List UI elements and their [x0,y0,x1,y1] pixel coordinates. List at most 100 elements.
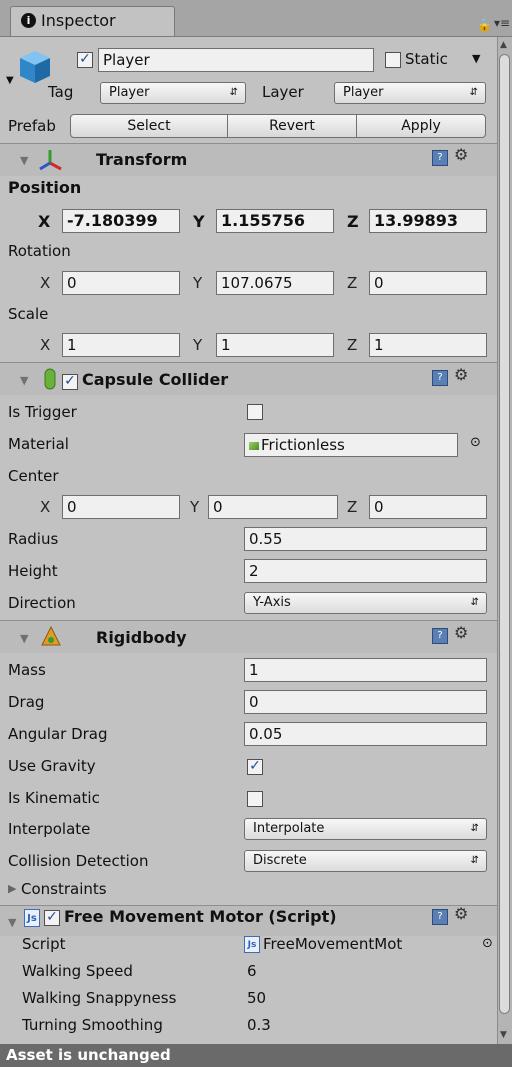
rotation-x-input[interactable]: 0 [62,271,180,295]
vertical-scrollbar[interactable]: ▲ ▼ [497,37,512,1044]
position-y-input[interactable]: 1.155756 [216,209,334,233]
center-y-input[interactable]: 0 [208,495,338,519]
is-kinematic-label: Is Kinematic [8,789,100,807]
collision-detection-value: Discrete [253,853,307,868]
capsule-icon [44,368,56,390]
capsule-enabled-checkbox[interactable]: ✓ [62,374,78,390]
prefab-select-button[interactable]: Select [70,114,228,138]
script-component-title: Free Movement Motor (Script) [64,907,337,926]
position-x-input[interactable]: -7.180399 [62,209,180,233]
object-name-input[interactable]: Player [98,48,374,72]
turning-smoothing-label: Turning Smoothing [22,1016,163,1034]
help-icon[interactable]: ? [432,370,448,386]
tab-menu-icon[interactable]: ▾≡ [494,16,510,30]
gear-icon[interactable]: ⚙ [454,365,468,384]
rotation-z-label: Z [347,274,358,292]
drag-label: Drag [8,693,45,711]
mass-input[interactable]: 1 [244,658,487,682]
use-gravity-label: Use Gravity [8,757,96,775]
is-trigger-checkbox[interactable] [247,404,263,420]
prefab-apply-button[interactable]: Apply [356,114,486,138]
position-x-label: X [38,212,51,231]
rigidbody-header[interactable] [0,621,497,653]
transform-header[interactable] [0,144,497,176]
angular-drag-label: Angular Drag [8,725,108,743]
rotation-x-label: X [40,274,51,292]
scale-z-input[interactable]: 1 [369,333,487,357]
scroll-up-arrow-icon[interactable]: ▲ [500,40,507,50]
help-icon[interactable]: ? [432,909,448,925]
help-icon[interactable]: ? [432,150,448,166]
script-value[interactable]: FreeMovementMot [263,935,402,953]
walking-snappyness-value[interactable]: 50 [247,989,266,1007]
rigidbody-foldout-icon[interactable]: ▼ [20,632,28,645]
gear-icon[interactable]: ⚙ [454,904,468,923]
height-label: Height [8,562,58,580]
rotation-z-input[interactable]: 0 [369,271,487,295]
info-icon: i [21,13,36,28]
rotation-label: Rotation [8,242,71,260]
help-icon[interactable]: ? [432,628,448,644]
prefab-label: Prefab [8,117,56,135]
material-field[interactable]: Frictionless [244,433,458,457]
center-x-input[interactable]: 0 [62,495,180,519]
constraints-foldout-icon[interactable]: ▶ [8,882,16,895]
scale-x-input[interactable]: 1 [62,333,180,357]
scroll-thumb[interactable] [499,54,510,1014]
static-checkbox[interactable] [385,52,401,68]
rotation-y-input[interactable]: 107.0675 [216,271,334,295]
js-script-icon: Js [24,909,40,927]
inspector-content: ▼ ✓ Player Static ▼ Tag Player ⇵ Layer Pl… [0,37,497,1044]
object-picker-icon[interactable]: ⊙ [470,435,481,450]
position-z-input[interactable]: 13.99893 [369,209,487,233]
object-picker-icon[interactable]: ⊙ [482,936,493,951]
walking-speed-label: Walking Speed [22,962,133,980]
tag-dropdown[interactable]: Player ⇵ [100,82,246,104]
is-trigger-label: Is Trigger [8,403,77,421]
layer-dropdown[interactable]: Player ⇵ [334,82,486,104]
collision-detection-dropdown[interactable]: Discrete ⇵ [244,850,487,872]
object-active-checkbox[interactable]: ✓ [77,52,93,68]
tab-bar: i Inspector 🔒 ▾≡ [0,0,512,37]
static-label[interactable]: Static [405,50,448,68]
scale-z-label: Z [347,336,358,354]
collision-detection-label: Collision Detection [8,852,149,870]
turning-smoothing-value[interactable]: 0.3 [247,1016,271,1034]
walking-speed-value[interactable]: 6 [247,962,257,980]
script-label: Script [22,935,66,953]
center-z-label: Z [347,498,358,516]
static-dropdown-icon[interactable]: ▼ [472,52,480,65]
radius-input[interactable]: 0.55 [244,527,487,551]
direction-value: Y-Axis [253,595,291,610]
rigidbody-icon [41,625,61,646]
prefab-revert-button[interactable]: Revert [227,114,357,138]
rigidbody-title: Rigidbody [96,628,187,647]
scale-label: Scale [8,305,49,323]
script-enabled-checkbox[interactable]: ✓ [44,910,60,926]
height-input[interactable]: 2 [244,559,487,583]
center-z-input[interactable]: 0 [369,495,487,519]
center-x-label: X [40,498,51,516]
position-label: Position [8,178,82,197]
center-label: Center [8,467,59,485]
constraints-label[interactable]: Constraints [21,880,107,898]
gear-icon[interactable]: ⚙ [454,623,468,642]
scroll-down-arrow-icon[interactable]: ▼ [500,1030,507,1040]
use-gravity-checkbox[interactable]: ✓ [247,759,263,775]
scale-y-input[interactable]: 1 [216,333,334,357]
cube-dropdown-icon[interactable]: ▼ [6,75,14,86]
direction-dropdown[interactable]: Y-Axis ⇵ [244,592,487,614]
interpolate-dropdown[interactable]: Interpolate ⇵ [244,818,487,840]
material-icon [249,442,259,450]
lock-icon[interactable]: 🔒 [477,18,492,32]
is-kinematic-checkbox[interactable] [247,791,263,807]
angular-drag-input[interactable]: 0.05 [244,722,487,746]
gear-icon[interactable]: ⚙ [454,145,468,164]
tab-inspector[interactable]: i Inspector [10,6,175,36]
transform-foldout-icon[interactable]: ▼ [20,154,28,167]
capsule-foldout-icon[interactable]: ▼ [20,374,28,387]
material-label: Material [8,435,69,453]
script-foldout-icon[interactable]: ▼ [8,916,16,929]
drag-input[interactable]: 0 [244,690,487,714]
status-bar: Asset is unchanged [0,1044,512,1067]
